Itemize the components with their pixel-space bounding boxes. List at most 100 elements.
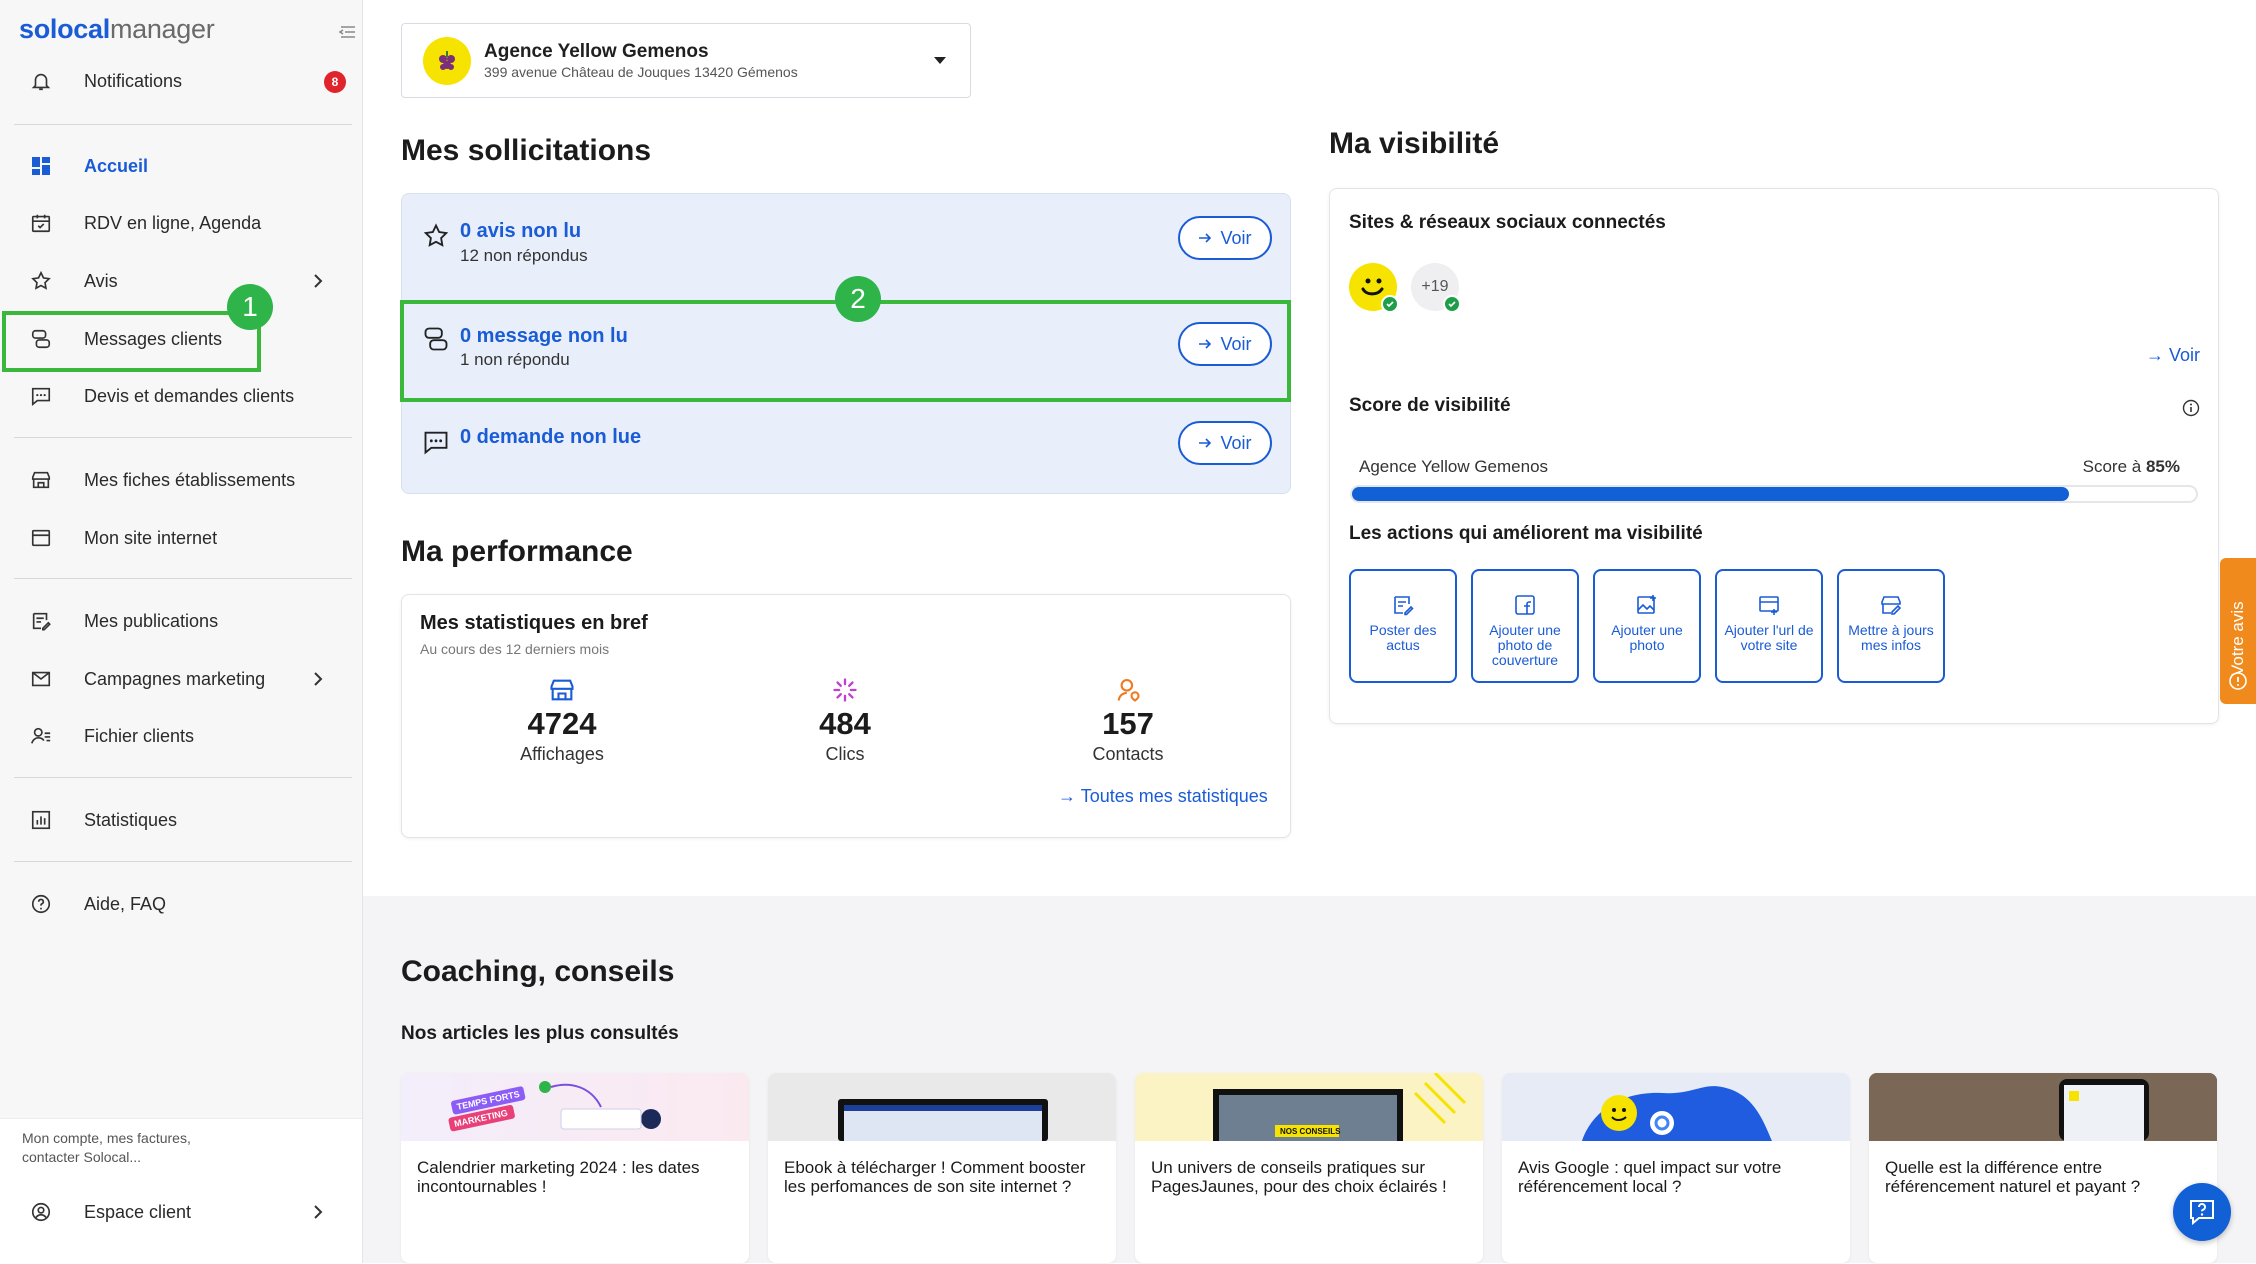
score-prefix: Score à [2082,457,2142,476]
all-statistics-link[interactable]: → Toutes mes statistiques [1058,786,1268,807]
stat-label: Affichages [520,744,604,764]
sidebar-item-fichier-clients[interactable]: Fichier clients [14,714,354,758]
article-title: Avis Google : quel impact sur votre réfé… [1518,1158,1782,1196]
stat-contacts: 157 Contacts [1028,676,1228,765]
logo-part-solocal: solocal [19,14,110,44]
help-chat-button[interactable] [2173,1183,2231,1241]
sidebar-item-label: Espace client [84,1201,192,1222]
sidebar-item-devis[interactable]: Devis et demandes clients [14,374,354,418]
stat-clics: 484 Clics [745,676,945,765]
chevron-right-icon [308,1202,328,1222]
sites-voir-link[interactable]: → Voir [2146,345,2200,366]
section-title-visibilite: Ma visibilité [1329,127,1500,160]
coaching-subtitle: Nos articles les plus consultés [401,1023,679,1044]
sidebar-item-label: Devis et demandes clients [84,385,295,406]
help-icon [28,891,54,917]
chevron-down-icon [934,57,946,64]
info-icon[interactable] [2182,399,2200,422]
voir-avis-button[interactable]: Voir [1178,216,1272,260]
article-card[interactable]: Quelle est la différence entre référence… [1869,1073,2217,1263]
visibility-score-fill [1352,487,2070,501]
sollicitation-title[interactable]: 0 avis non lu [460,220,581,243]
article-card[interactable]: TEMPS FORTS MARKETING Calendrier marketin… [401,1073,749,1263]
score-value: 85% [2145,457,2180,476]
more-sites-avatar[interactable]: +19 [1411,263,1461,313]
account-help-text: Mon compte, mes factures, contacter Solo… [22,1130,191,1165]
action-mettre-a-jour-infos[interactable]: Mettre à jours mes infos [1837,569,1945,683]
request-icon [28,383,54,409]
stat-label: Clics [825,744,865,764]
calendar-icon [28,210,54,236]
performance-card-title: Mes statistiques en bref [420,612,648,634]
action-url-site[interactable]: Ajouter l'url de votre site [1715,569,1823,683]
sites-voir-label: Voir [2168,345,2200,365]
bell-icon [28,68,54,94]
sidebar-item-label: Mes fiches établissements [84,469,296,490]
question-chat-icon [2190,1200,2214,1226]
collapse-sidebar-icon[interactable] [338,22,358,42]
solocal-logo[interactable]: solocalmanager [19,14,215,45]
website-add-icon [1717,593,1821,619]
article-card[interactable]: NOS CONSEILS Un univers de conseils prat… [1135,1073,1483,1263]
feedback-icon [2228,671,2248,696]
highlight-box-messages-clients [2,311,261,372]
visibilite-card: Sites & réseaux sociaux connectés +19 → … [1329,188,2219,724]
notification-count-badge: 8 [324,71,346,93]
all-statistics-label: Toutes mes statistiques [1080,786,1268,806]
sidebar-item-rdv[interactable]: RDV en ligne, Agenda [14,201,354,245]
article-card[interactable]: Ebook à télécharger ! Comment booster le… [768,1073,1116,1263]
more-sites-count: +19 [1421,278,1449,295]
store-icon [28,467,54,493]
article-image: NOS CONSEILS [1135,1073,1483,1141]
sidebar-item-label: Mes publications [84,610,219,631]
actions-title: Les actions qui améliorent ma visibilité [1349,523,1703,544]
voir-label: Voir [1220,227,1252,248]
divider [14,578,352,579]
action-label: Ajouter une photo [1611,622,1683,653]
sidebar-item-fiches[interactable]: Mes fiches établissements [14,458,354,502]
article-title: Calendrier marketing 2024 : les dates in… [417,1158,700,1196]
action-label: Mettre à jours mes infos [1848,622,1934,653]
article-image [1502,1073,1850,1141]
mail-icon [28,666,54,692]
feedback-tab-label: Votre avis [2228,601,2247,676]
sidebar-item-label: Notifications [84,70,183,91]
website-icon [28,525,54,551]
sidebar-item-campagnes[interactable]: Campagnes marketing [14,657,354,701]
action-ajouter-photo[interactable]: Ajouter une photo [1593,569,1701,683]
establishment-selector[interactable]: Agence Yellow Gemenos 399 avenue Château… [401,23,971,98]
edit-icon [28,608,54,634]
chevron-right-icon [308,271,328,291]
article-image: TEMPS FORTS MARKETING [401,1073,749,1141]
pagesjaunes-avatar[interactable] [1349,263,1399,313]
sidebar-item-accueil[interactable]: Accueil [14,144,354,188]
feedback-tab[interactable]: Votre avis [2220,558,2256,704]
sidebar-item-statistiques[interactable]: Statistiques [14,798,354,842]
sidebar-item-label: RDV en ligne, Agenda [84,212,262,233]
article-title: Ebook à télécharger ! Comment booster le… [784,1158,1086,1196]
click-burst-icon [745,676,945,706]
action-poster-actus[interactable]: Poster des actus [1349,569,1457,683]
article-card[interactable]: Avis Google : quel impact sur votre réfé… [1502,1073,1850,1263]
divider [14,124,352,125]
score-establishment-name: Agence Yellow Gemenos [1359,457,1549,476]
sollicitation-title[interactable]: 0 demande non lue [460,426,641,449]
sidebar-item-publications[interactable]: Mes publications [14,599,354,643]
chevron-right-icon [308,669,328,689]
request-icon [422,428,452,458]
edit-icon [1351,593,1455,619]
sidebar-item-notifications[interactable]: Notifications 8 [14,59,354,103]
voir-demandes-button[interactable]: Voir [1178,421,1272,465]
connected-check-icon [1443,295,1461,313]
sidebar-item-aide[interactable]: Aide, FAQ [14,882,354,926]
sidebar-item-espace-client[interactable]: Espace client [14,1190,354,1234]
establishment-address: 399 avenue Château de Jouques 13420 Géme… [484,64,798,80]
sidebar-item-site[interactable]: Mon site internet [14,516,354,560]
contact-pin-icon [1028,676,1228,706]
score-title: Score de visibilité [1349,395,1511,416]
contacts-icon [28,723,54,749]
sidebar-item-avis[interactable]: Avis [14,259,354,303]
action-photo-couverture[interactable]: Ajouter une photo de couverture [1471,569,1579,683]
establishment-name: Agence Yellow Gemenos [484,41,709,62]
stat-value: 157 [1102,706,1154,741]
